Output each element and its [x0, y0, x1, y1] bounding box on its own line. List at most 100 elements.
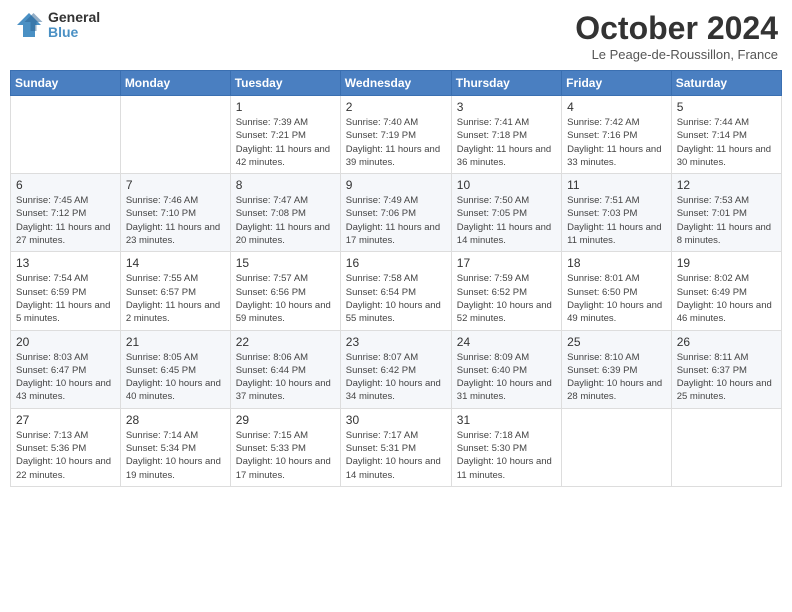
day-info: Sunrise: 7:55 AMSunset: 6:57 PMDaylight:…: [126, 272, 225, 325]
calendar-cell: 23 Sunrise: 8:07 AMSunset: 6:42 PMDayligh…: [340, 330, 451, 408]
calendar-cell: 21Sunrise: 8:05 AMSunset: 6:45 PMDayligh…: [120, 330, 230, 408]
day-info: Sunrise: 7:15 AMSunset: 5:33 PMDaylight:…: [236, 429, 335, 482]
month-title: October 2024: [575, 10, 778, 47]
day-number: 26: [677, 335, 776, 349]
day-info: Sunrise: 7:58 AMSunset: 6:54 PMDaylight:…: [346, 272, 446, 325]
calendar-cell: 7Sunrise: 7:46 AMSunset: 7:10 PMDaylight…: [120, 174, 230, 252]
day-info: Sunrise: 7:51 AMSunset: 7:03 PMDaylight:…: [567, 194, 666, 247]
day-info: Sunrise: 7:53 AMSunset: 7:01 PMDaylight:…: [677, 194, 776, 247]
day-info: Sunrise: 8:10 AMSunset: 6:39 PMDaylight:…: [567, 351, 666, 404]
calendar-cell: 8Sunrise: 7:47 AMSunset: 7:08 PMDaylight…: [230, 174, 340, 252]
calendar-cell: 29 Sunrise: 7:15 AMSunset: 5:33 PMDayligh…: [230, 408, 340, 486]
calendar-cell: 28 Sunrise: 7:14 AMSunset: 5:34 PMDayligh…: [120, 408, 230, 486]
day-info: Sunrise: 8:03 AMSunset: 6:47 PMDaylight:…: [16, 351, 115, 404]
logo-line1: General: [48, 10, 100, 25]
day-number: 12: [677, 178, 776, 192]
calendar-cell: 31Sunrise: 7:18 AMSunset: 5:30 PMDayligh…: [451, 408, 561, 486]
logo: General Blue: [14, 10, 100, 41]
day-number: 13: [16, 256, 115, 270]
day-info: Sunrise: 7:40 AMSunset: 7:19 PMDaylight:…: [346, 116, 446, 169]
day-number: 18: [567, 256, 666, 270]
day-info: Sunrise: 7:45 AMSunset: 7:12 PMDaylight:…: [16, 194, 115, 247]
day-info: Sunrise: 8:05 AMSunset: 6:45 PMDaylight:…: [126, 351, 225, 404]
calendar-cell: 24 Sunrise: 8:09 AMSunset: 6:40 PMDayligh…: [451, 330, 561, 408]
day-number: 25: [567, 335, 666, 349]
day-number: 24: [457, 335, 556, 349]
calendar-cell: 17Sunrise: 7:59 AMSunset: 6:52 PMDayligh…: [451, 252, 561, 330]
calendar-week-row: 20 Sunrise: 8:03 AMSunset: 6:47 PMDayligh…: [11, 330, 782, 408]
logo-icon: [14, 10, 44, 40]
calendar-week-row: 13 Sunrise: 7:54 AMSunset: 6:59 PMDayligh…: [11, 252, 782, 330]
title-area: October 2024 Le Peage-de-Roussillon, Fra…: [575, 10, 778, 62]
day-number: 19: [677, 256, 776, 270]
weekday-header: Thursday: [451, 71, 561, 96]
calendar-cell: 5 Sunrise: 7:44 AMSunset: 7:14 PMDaylight…: [671, 96, 781, 174]
calendar-cell: 1Sunrise: 7:39 AMSunset: 7:21 PMDaylight…: [230, 96, 340, 174]
day-info: Sunrise: 8:11 AMSunset: 6:37 PMDaylight:…: [677, 351, 776, 404]
day-number: 2: [346, 100, 446, 114]
calendar-cell: 19 Sunrise: 8:02 AMSunset: 6:49 PMDayligh…: [671, 252, 781, 330]
day-info: Sunrise: 8:09 AMSunset: 6:40 PMDaylight:…: [457, 351, 556, 404]
day-info: Sunrise: 7:13 AMSunset: 5:36 PMDaylight:…: [16, 429, 115, 482]
calendar-cell: 6 Sunrise: 7:45 AMSunset: 7:12 PMDaylight…: [11, 174, 121, 252]
day-number: 27: [16, 413, 115, 427]
day-number: 20: [16, 335, 115, 349]
calendar-cell: 12 Sunrise: 7:53 AMSunset: 7:01 PMDayligh…: [671, 174, 781, 252]
calendar-cell: 27 Sunrise: 7:13 AMSunset: 5:36 PMDayligh…: [11, 408, 121, 486]
calendar-cell: 18 Sunrise: 8:01 AMSunset: 6:50 PMDayligh…: [562, 252, 672, 330]
calendar-cell: 2 Sunrise: 7:40 AMSunset: 7:19 PMDaylight…: [340, 96, 451, 174]
day-info: Sunrise: 8:02 AMSunset: 6:49 PMDaylight:…: [677, 272, 776, 325]
calendar-cell: 26 Sunrise: 8:11 AMSunset: 6:37 PMDayligh…: [671, 330, 781, 408]
calendar-table: SundayMondayTuesdayWednesdayThursdayFrid…: [10, 70, 782, 487]
day-info: Sunrise: 7:50 AMSunset: 7:05 PMDaylight:…: [457, 194, 556, 247]
logo-text: General Blue: [48, 10, 100, 41]
day-info: Sunrise: 7:41 AMSunset: 7:18 PMDaylight:…: [457, 116, 556, 169]
day-info: Sunrise: 7:14 AMSunset: 5:34 PMDaylight:…: [126, 429, 225, 482]
day-number: 5: [677, 100, 776, 114]
day-number: 4: [567, 100, 666, 114]
day-number: 3: [457, 100, 556, 114]
weekday-header: Sunday: [11, 71, 121, 96]
day-info: Sunrise: 7:42 AMSunset: 7:16 PMDaylight:…: [567, 116, 666, 169]
weekday-header-row: SundayMondayTuesdayWednesdayThursdayFrid…: [11, 71, 782, 96]
day-info: Sunrise: 7:47 AMSunset: 7:08 PMDaylight:…: [236, 194, 335, 247]
day-number: 17: [457, 256, 556, 270]
calendar-cell: 30Sunrise: 7:17 AMSunset: 5:31 PMDayligh…: [340, 408, 451, 486]
day-info: Sunrise: 7:49 AMSunset: 7:06 PMDaylight:…: [346, 194, 446, 247]
calendar-cell: [120, 96, 230, 174]
weekday-header: Friday: [562, 71, 672, 96]
weekday-header: Monday: [120, 71, 230, 96]
day-info: Sunrise: 8:07 AMSunset: 6:42 PMDaylight:…: [346, 351, 446, 404]
calendar-cell: 20 Sunrise: 8:03 AMSunset: 6:47 PMDayligh…: [11, 330, 121, 408]
calendar-cell: 10 Sunrise: 7:50 AMSunset: 7:05 PMDayligh…: [451, 174, 561, 252]
calendar-cell: [671, 408, 781, 486]
page-header: General Blue October 2024 Le Peage-de-Ro…: [10, 10, 782, 62]
day-number: 22: [236, 335, 335, 349]
day-info: Sunrise: 7:18 AMSunset: 5:30 PMDaylight:…: [457, 429, 556, 482]
day-number: 23: [346, 335, 446, 349]
logo-line2: Blue: [48, 25, 100, 40]
calendar-cell: [11, 96, 121, 174]
calendar-cell: 3 Sunrise: 7:41 AMSunset: 7:18 PMDaylight…: [451, 96, 561, 174]
calendar-week-row: 6 Sunrise: 7:45 AMSunset: 7:12 PMDaylight…: [11, 174, 782, 252]
calendar-cell: 15Sunrise: 7:57 AMSunset: 6:56 PMDayligh…: [230, 252, 340, 330]
weekday-header: Saturday: [671, 71, 781, 96]
day-info: Sunrise: 8:01 AMSunset: 6:50 PMDaylight:…: [567, 272, 666, 325]
calendar-cell: 22Sunrise: 8:06 AMSunset: 6:44 PMDayligh…: [230, 330, 340, 408]
calendar-week-row: 27 Sunrise: 7:13 AMSunset: 5:36 PMDayligh…: [11, 408, 782, 486]
calendar-cell: 16Sunrise: 7:58 AMSunset: 6:54 PMDayligh…: [340, 252, 451, 330]
day-number: 10: [457, 178, 556, 192]
day-number: 1: [236, 100, 335, 114]
day-info: Sunrise: 7:54 AMSunset: 6:59 PMDaylight:…: [16, 272, 115, 325]
calendar-week-row: 1Sunrise: 7:39 AMSunset: 7:21 PMDaylight…: [11, 96, 782, 174]
calendar-cell: 25 Sunrise: 8:10 AMSunset: 6:39 PMDayligh…: [562, 330, 672, 408]
day-number: 7: [126, 178, 225, 192]
calendar-cell: 13 Sunrise: 7:54 AMSunset: 6:59 PMDayligh…: [11, 252, 121, 330]
day-number: 28: [126, 413, 225, 427]
day-number: 14: [126, 256, 225, 270]
day-number: 6: [16, 178, 115, 192]
calendar-cell: 11Sunrise: 7:51 AMSunset: 7:03 PMDayligh…: [562, 174, 672, 252]
day-info: Sunrise: 7:44 AMSunset: 7:14 PMDaylight:…: [677, 116, 776, 169]
location: Le Peage-de-Roussillon, France: [575, 47, 778, 62]
day-number: 29: [236, 413, 335, 427]
